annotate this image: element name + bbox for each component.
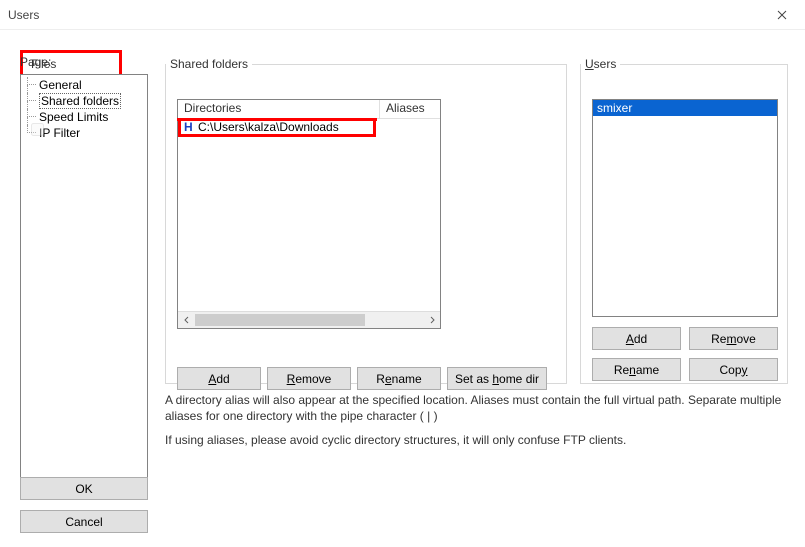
close-button[interactable] <box>759 0 805 30</box>
close-icon <box>777 10 787 20</box>
page-label: Page: <box>20 55 51 69</box>
scroll-left-arrow[interactable] <box>178 312 195 328</box>
directory-path: C:\Users\kalza\Downloads <box>198 120 370 134</box>
page-item-shared-folders[interactable]: Shared folders <box>23 93 145 109</box>
dir-add-button[interactable]: Add <box>177 367 261 390</box>
scroll-right-arrow[interactable] <box>423 312 440 328</box>
horizontal-scrollbar[interactable] <box>178 311 440 328</box>
set-home-dir-button[interactable]: Set as home dir <box>447 367 547 390</box>
page-item-general[interactable]: General <box>23 77 145 93</box>
users-legend: Users <box>581 57 620 71</box>
ok-button[interactable]: OK <box>20 477 148 500</box>
col-directories[interactable]: Directories <box>178 100 380 118</box>
user-remove-button[interactable]: Remove <box>689 327 778 350</box>
titlebar: Users <box>0 0 805 30</box>
users-listbox[interactable]: smixer <box>592 99 778 317</box>
highlight-annotation <box>177 118 377 121</box>
scroll-thumb[interactable] <box>195 314 365 326</box>
shared-folders-group: Shared folders Directories Aliases H C:\… <box>165 57 567 384</box>
help-paragraph-1: A directory alias will also appear at th… <box>165 392 785 424</box>
directories-table[interactable]: Directories Aliases H C:\Users\kalza\Dow… <box>177 99 441 329</box>
col-aliases[interactable]: Aliases <box>380 100 440 118</box>
cancel-button[interactable]: Cancel <box>20 510 148 533</box>
dir-rename-button[interactable]: Rename <box>357 367 441 390</box>
user-copy-button[interactable]: Copy <box>689 358 778 381</box>
user-rename-button[interactable]: Rename <box>592 358 681 381</box>
directory-row[interactable]: H C:\Users\kalza\Downloads <box>178 119 376 137</box>
user-add-button[interactable]: Add <box>592 327 681 350</box>
user-item[interactable]: smixer <box>593 100 777 116</box>
directories-header: Directories Aliases <box>178 100 440 119</box>
window-title: Users <box>8 8 39 22</box>
help-paragraph-2: If using aliases, please avoid cyclic di… <box>165 432 785 448</box>
help-text: A directory alias will also appear at th… <box>165 392 785 457</box>
shared-folders-legend: Shared folders <box>166 57 252 71</box>
home-indicator: H <box>184 120 198 134</box>
users-group: Users smixer Add Remove Rename Copy <box>580 57 788 384</box>
perm-append-checkbox <box>31 123 44 136</box>
dir-remove-button[interactable]: Remove <box>267 367 351 390</box>
scroll-track[interactable] <box>195 312 423 328</box>
